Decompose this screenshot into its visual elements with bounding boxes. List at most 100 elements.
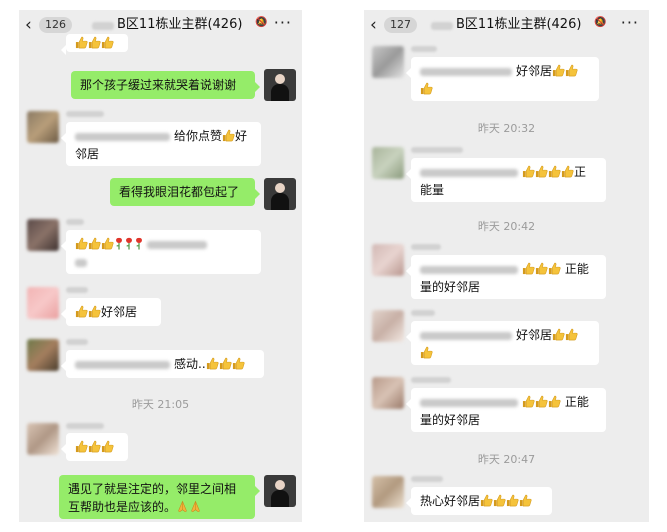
blurred-name (431, 22, 453, 30)
chat-screen-left: ‹ 126 B区11栋业主群(426) 🔕 ··· 那个孩子缓过来就哭着说谢谢 … (19, 10, 302, 522)
message-bubble[interactable]: 热心好邻居 (406, 487, 552, 515)
thumbs-up-emoji (420, 346, 433, 359)
thumbs-up-emoji (535, 262, 548, 275)
avatar[interactable] (264, 475, 296, 507)
chevron-left-icon[interactable]: ‹ (370, 14, 377, 36)
message-bubble[interactable]: 好邻居 (406, 321, 599, 365)
avatar[interactable] (372, 244, 404, 276)
pray-emoji (189, 500, 202, 513)
thumbs-up-emoji (101, 36, 114, 49)
timestamp: 昨天 20:42 (477, 220, 536, 233)
sender-name (411, 476, 443, 482)
message-bubble[interactable]: 正能 量的好邻居 (406, 388, 606, 432)
rose-emoji (124, 237, 134, 250)
sender-name (411, 46, 437, 52)
sender-name (66, 287, 88, 293)
avatar[interactable] (372, 46, 404, 78)
thumbs-up-emoji (535, 165, 548, 178)
blurred-text (147, 240, 207, 249)
thumbs-up-emoji (75, 237, 88, 250)
timestamp: 昨天 21:05 (131, 398, 190, 411)
chat-header: ‹ 126 B区11栋业主群(426) 🔕 ··· (19, 10, 302, 40)
timestamp: 昨天 20:47 (477, 453, 536, 466)
bell-muted-icon: 🔕 (594, 17, 607, 28)
thumbs-up-emoji (565, 64, 578, 77)
avatar[interactable] (372, 147, 404, 179)
chat-title: B区11栋业主群(426) (456, 17, 582, 32)
message-bubble[interactable]: 遇见了就是注定的，邻里之间相 互帮助也是应该的。 (59, 475, 260, 519)
avatar[interactable] (372, 310, 404, 342)
avatar[interactable] (372, 377, 404, 409)
thumbs-up-emoji (88, 305, 101, 318)
avatar[interactable] (264, 69, 296, 101)
message-bubble[interactable]: 好邻居 (406, 57, 599, 101)
chat-title: B区11栋业主群(426) (117, 17, 243, 32)
message-bubble[interactable]: 看得我眼泪花都包起了 (110, 178, 260, 206)
chevron-left-icon[interactable]: ‹ (25, 14, 32, 36)
sender-name (66, 111, 104, 117)
blurred-text (420, 265, 518, 274)
unread-count-badge[interactable]: 126 (39, 17, 72, 33)
thumbs-up-emoji (88, 237, 101, 250)
blurred-text (420, 168, 518, 177)
sender-name (66, 339, 88, 345)
thumbs-up-emoji (493, 494, 506, 507)
thumbs-up-emoji (88, 440, 101, 453)
blurred-name (92, 22, 114, 30)
blurred-text (420, 331, 512, 340)
message-bubble[interactable] (61, 433, 128, 461)
thumbs-up-emoji (232, 357, 245, 370)
message-bubble[interactable] (61, 34, 128, 55)
message-bubble[interactable]: 感动.. (61, 350, 264, 378)
message-bubble[interactable]: 好邻居 (61, 298, 161, 326)
rose-emoji (114, 237, 124, 250)
thumbs-up-emoji (75, 440, 88, 453)
thumbs-up-emoji (561, 165, 574, 178)
thumbs-up-emoji (88, 36, 101, 49)
thumbs-up-emoji (101, 440, 114, 453)
blurred-text (75, 132, 170, 141)
thumbs-up-emoji (480, 494, 493, 507)
avatar[interactable] (27, 219, 59, 251)
chat-header: ‹ 127 B区11栋业主群(426) 🔕 ··· (364, 10, 649, 40)
more-options-icon[interactable]: ··· (621, 13, 639, 32)
avatar[interactable] (264, 178, 296, 210)
avatar[interactable] (27, 287, 59, 319)
message-bubble[interactable] (61, 230, 261, 274)
more-options-icon[interactable]: ··· (274, 13, 292, 32)
avatar[interactable] (27, 111, 59, 143)
thumbs-up-emoji (548, 395, 561, 408)
timestamp: 昨天 20:32 (477, 122, 536, 135)
blurred-text (75, 258, 87, 267)
thumbs-up-emoji (522, 262, 535, 275)
thumbs-up-emoji (535, 395, 548, 408)
thumbs-up-emoji (552, 64, 565, 77)
blurred-text (420, 67, 512, 76)
thumbs-up-emoji (522, 395, 535, 408)
message-bubble[interactable]: 正能量 (406, 158, 606, 202)
unread-count-badge[interactable]: 127 (384, 17, 417, 33)
avatar[interactable] (372, 476, 404, 508)
thumbs-up-emoji (552, 328, 565, 341)
avatar[interactable] (27, 339, 59, 371)
thumbs-up-emoji (219, 357, 232, 370)
sender-name (411, 377, 451, 383)
message-bubble[interactable]: 那个孩子缓过来就哭着说谢谢 (71, 71, 260, 99)
sender-name (411, 147, 463, 153)
avatar[interactable] (27, 423, 59, 455)
thumbs-up-emoji (75, 305, 88, 318)
blurred-text (75, 360, 170, 369)
rose-emoji (134, 237, 144, 250)
thumbs-up-emoji (75, 36, 88, 49)
sender-name (411, 244, 441, 250)
sender-name (411, 310, 435, 316)
thumbs-up-emoji (565, 328, 578, 341)
thumbs-up-emoji (206, 357, 219, 370)
sender-name (66, 423, 104, 429)
message-bubble[interactable]: 正能 量的好邻居 (406, 255, 606, 299)
pray-emoji (176, 500, 189, 513)
message-bubble[interactable]: 给你点赞好邻居 (61, 122, 261, 166)
thumbs-up-emoji (420, 82, 433, 95)
sender-name (66, 219, 84, 225)
thumbs-up-emoji (506, 494, 519, 507)
